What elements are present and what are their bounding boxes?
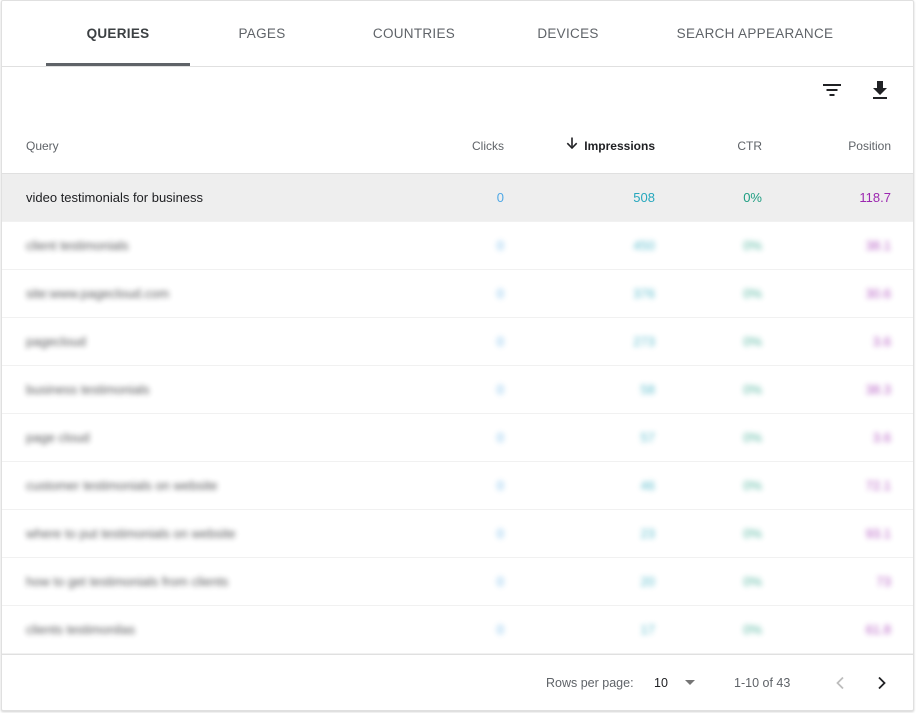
row-ctr-cell: 0%	[743, 190, 762, 205]
row-query-cell: customer testimonials on website	[26, 478, 218, 493]
rows-per-page-label: Rows per page:	[546, 676, 634, 690]
row-position-cell: 61.8	[865, 622, 891, 637]
column-header-impressions[interactable]: Impressions	[505, 121, 655, 174]
table-row[interactable]: business testimonials 0 58 0% 38.3	[2, 366, 913, 414]
tab-search-appearance[interactable]: SEARCH APPEARANCE	[666, 1, 844, 66]
row-clicks-cell: 0	[496, 238, 504, 253]
row-query-cell: where to put testimonials on website	[26, 526, 236, 541]
row-clicks-cell: 0	[496, 190, 504, 205]
row-ctr-cell: 0%	[743, 382, 762, 397]
row-impressions-cell: 450	[633, 238, 655, 253]
row-ctr-cell: 0%	[743, 430, 762, 445]
row-query-cell: business testimonials	[26, 382, 150, 397]
chevron-right-icon[interactable]	[868, 669, 896, 697]
table-footer: Rows per page: 10 1-10 of 43	[2, 654, 913, 710]
column-header-ctr[interactable]: CTR	[662, 121, 762, 174]
row-position-cell: 118.7	[859, 190, 891, 205]
tab-bar: QUERIES PAGES COUNTRIES DEVICES SEARCH A…	[2, 1, 913, 67]
row-impressions-cell: 508	[633, 190, 655, 205]
tab-queries[interactable]: QUERIES	[46, 1, 190, 66]
row-clicks-cell: 0	[496, 574, 504, 589]
rows-per-page-select[interactable]: 10	[654, 655, 704, 710]
row-query-cell: pagecloud	[26, 334, 86, 349]
rows-per-page-value: 10	[654, 676, 668, 690]
row-ctr-cell: 0%	[743, 574, 762, 589]
row-position-cell: 73	[876, 574, 891, 589]
table-row[interactable]: site:www.pagecloud.com 0 376 0% 30.6	[2, 270, 913, 318]
row-position-cell: 72.1	[865, 478, 891, 493]
row-impressions-cell: 20	[640, 574, 655, 589]
download-icon[interactable]	[867, 77, 893, 103]
arrow-down-icon	[566, 120, 578, 170]
table-row[interactable]: how to get testimonials from clients 0 20 0…	[2, 558, 913, 606]
row-clicks-cell: 0	[496, 622, 504, 637]
tab-countries[interactable]: COUNTRIES	[352, 1, 476, 66]
row-query-cell: video testimonials for business	[26, 190, 204, 205]
column-header-impressions-label: Impressions	[584, 139, 655, 153]
row-position-cell: 38.3	[865, 382, 891, 397]
row-clicks-cell: 0	[496, 382, 504, 397]
row-ctr-cell: 0%	[743, 526, 762, 541]
row-position-cell: 3.6	[872, 334, 891, 349]
table-header: Query Clicks Impressions CTR Position	[2, 121, 913, 174]
tab-pages[interactable]: PAGES	[216, 1, 308, 66]
column-header-query[interactable]: Query	[26, 121, 59, 174]
table-row[interactable]: clients testimonilas 0 17 0% 61.8	[2, 606, 913, 654]
row-clicks-cell: 0	[496, 526, 504, 541]
row-impressions-cell: 57	[640, 430, 655, 445]
row-impressions-cell: 46	[640, 478, 655, 493]
active-tab-indicator	[46, 63, 190, 66]
row-query-cell: clients testimonilas	[26, 622, 136, 637]
table-row[interactable]: video testimonials for business 0 508 0% 118…	[2, 174, 913, 222]
tab-devices[interactable]: DEVICES	[514, 1, 622, 66]
filter-icon[interactable]	[819, 77, 845, 103]
table-body: video testimonials for business 0 508 0% 118…	[2, 174, 913, 654]
column-header-position[interactable]: Position	[791, 121, 891, 174]
row-impressions-cell: 273	[633, 334, 655, 349]
row-query-cell: how to get testimonials from clients	[26, 574, 229, 589]
pagination-range: 1-10 of 43	[734, 676, 791, 690]
row-clicks-cell: 0	[496, 430, 504, 445]
row-position-cell: 3.6	[872, 430, 891, 445]
column-header-clicks[interactable]: Clicks	[404, 121, 504, 174]
row-ctr-cell: 0%	[743, 478, 762, 493]
table-row[interactable]: client testimonials 0 450 0% 38.1	[2, 222, 913, 270]
row-impressions-cell: 376	[633, 286, 655, 301]
row-ctr-cell: 0%	[743, 622, 762, 637]
row-query-cell: client testimonials	[26, 238, 129, 253]
row-impressions-cell: 23	[640, 526, 655, 541]
row-clicks-cell: 0	[496, 478, 504, 493]
row-ctr-cell: 0%	[743, 238, 762, 253]
row-query-cell: site:www.pagecloud.com	[26, 286, 170, 301]
table-row[interactable]: page cloud 0 57 0% 3.6	[2, 414, 913, 462]
table-row[interactable]: where to put testimonials on website 0 23 0…	[2, 510, 913, 558]
table-row[interactable]: customer testimonials on website 0 46 0% 72.…	[2, 462, 913, 510]
dropdown-caret-icon[interactable]	[685, 680, 695, 685]
table-row[interactable]: pagecloud 0 273 0% 3.6	[2, 318, 913, 366]
row-impressions-cell: 17	[640, 622, 655, 637]
row-position-cell: 38.1	[865, 238, 891, 253]
row-position-cell: 30.6	[865, 286, 891, 301]
row-clicks-cell: 0	[496, 334, 504, 349]
row-ctr-cell: 0%	[743, 334, 762, 349]
row-clicks-cell: 0	[496, 286, 504, 301]
performance-table-card: QUERIES PAGES COUNTRIES DEVICES SEARCH A…	[1, 0, 914, 711]
chevron-left-icon[interactable]	[826, 669, 854, 697]
row-ctr-cell: 0%	[743, 286, 762, 301]
row-position-cell: 93.1	[865, 526, 891, 541]
row-query-cell: page cloud	[26, 430, 90, 445]
row-impressions-cell: 58	[640, 382, 655, 397]
